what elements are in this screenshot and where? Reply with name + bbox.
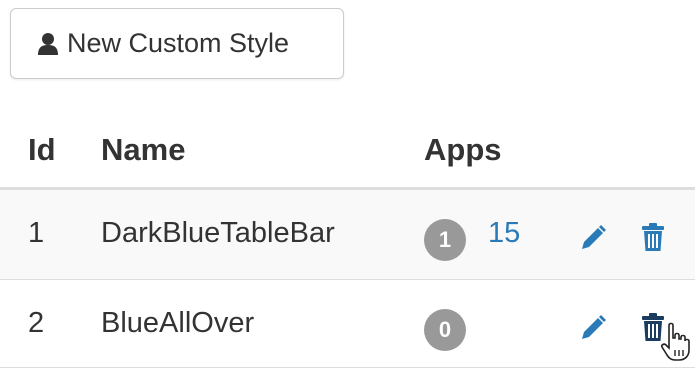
- row-id: 1: [28, 217, 45, 249]
- user-icon: [37, 32, 59, 56]
- apps-link[interactable]: 15: [488, 217, 520, 250]
- pencil-icon[interactable]: [578, 313, 608, 343]
- row-name: DarkBlueTableBar: [101, 217, 335, 249]
- trash-icon[interactable]: [641, 222, 665, 252]
- column-header-id: Id: [28, 132, 56, 167]
- table-row: 1 DarkBlueTableBar 1 15: [0, 190, 695, 280]
- apps-count-badge: 1: [424, 219, 466, 261]
- custom-styles-table: Id Name Apps 1 DarkBlueTableBar 1 15 2 B…: [0, 112, 695, 368]
- table-row: 2 BlueAllOver 0: [0, 280, 695, 368]
- pencil-icon[interactable]: [578, 223, 608, 253]
- hand-cursor-icon: [660, 322, 690, 362]
- new-custom-style-label: New Custom Style: [67, 28, 290, 58]
- column-header-name: Name: [101, 132, 186, 167]
- apps-count-badge: 0: [424, 309, 466, 351]
- table-header: Id Name Apps: [0, 112, 695, 190]
- column-header-apps: Apps: [424, 132, 502, 167]
- row-name: BlueAllOver: [101, 307, 255, 339]
- row-id: 2: [28, 307, 45, 339]
- custom-styles-page: New Custom Style Id Name Apps 1 DarkBlue…: [0, 0, 695, 371]
- new-custom-style-button[interactable]: New Custom Style: [10, 8, 344, 79]
